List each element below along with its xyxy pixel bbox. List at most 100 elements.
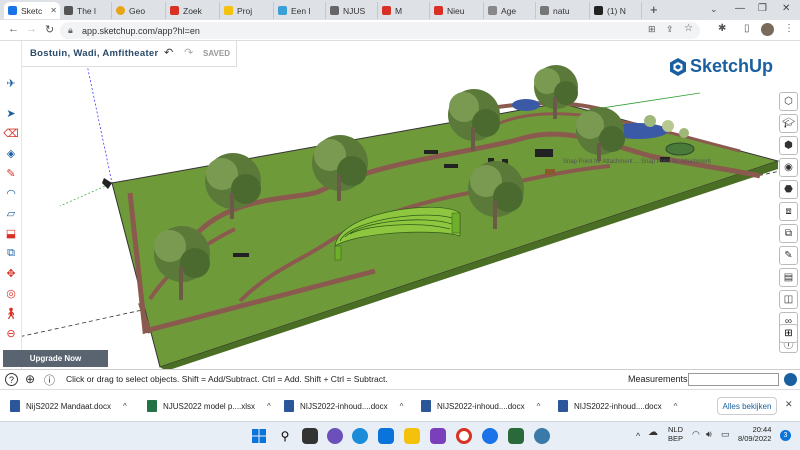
redo-icon[interactable]: ↷ [184, 46, 193, 59]
rectangle-tool-icon[interactable]: ▱ [3, 205, 19, 221]
close-icon[interactable]: ✕ [785, 399, 793, 410]
model-viewport[interactable]: Snap Point for Attachment ... Snap Point… [0, 41, 800, 369]
model-title[interactable]: Bostuin, Wadi, Amfitheater [30, 48, 159, 59]
walk-tool-icon[interactable]: 🚶︎ [3, 305, 19, 321]
tab-6[interactable]: Een l [274, 2, 326, 19]
download-item[interactable]: NIJS2022-inhoud....docx ^ [548, 390, 685, 422]
tab-10[interactable]: Age [484, 2, 536, 19]
tab-8[interactable]: M [378, 2, 430, 19]
install-app-icon[interactable]: ⊞ [648, 24, 656, 35]
push-pull-icon[interactable]: ⬓ [3, 225, 19, 241]
bookmark-star-icon[interactable]: ☆ [684, 23, 693, 34]
download-item[interactable]: NIJS2022-inhoud....docx ^ [411, 390, 548, 422]
paint-bucket-icon[interactable]: ◈ [3, 145, 19, 161]
select-tool-icon[interactable]: ➤ [3, 105, 19, 121]
circle-info-icon[interactable]: ⓘ [44, 372, 55, 388]
wifi-icon[interactable]: ◠ [692, 429, 700, 440]
tape-measure-icon[interactable]: ◎ [3, 285, 19, 301]
measurements-input[interactable] [688, 373, 779, 386]
globe-icon[interactable]: ⊕ [25, 372, 35, 386]
restore-icon[interactable]: ❐ [758, 3, 767, 14]
reload-icon[interactable]: ↻ [45, 23, 54, 36]
entity-info-icon[interactable]: ⬡ [779, 92, 798, 111]
notification-badge[interactable]: 3 [780, 430, 791, 441]
extensions-icon[interactable]: ✱ [718, 23, 726, 34]
download-item[interactable]: NijS2022 Mandaat.docx ^ [0, 390, 137, 422]
chevron-up-icon[interactable]: ^ [267, 402, 271, 411]
instructor-icon[interactable]: 🎓︎ [779, 114, 798, 133]
tab-9[interactable]: Nieu [430, 2, 484, 19]
tab-12[interactable]: (1) N [590, 2, 642, 19]
styles-icon[interactable]: ⬣ [779, 180, 798, 199]
close-icon[interactable]: ✕ [50, 6, 57, 15]
edge-icon[interactable] [352, 428, 368, 444]
display-icon[interactable]: ◫ [779, 290, 798, 309]
volume-icon[interactable]: 🔊︎ [706, 429, 712, 440]
clock[interactable]: 20:44 8/09/2022 [738, 425, 771, 443]
download-filename: NijS2022 Mandaat.docx [26, 401, 111, 411]
app-icon[interactable] [430, 428, 446, 444]
tab-sketchup[interactable]: Sketc ✕ [4, 2, 60, 19]
search-tool-icon[interactable]: ✈ [3, 75, 19, 91]
cloud-icon[interactable]: ☁ [648, 427, 658, 438]
tab-2[interactable]: The l [60, 2, 112, 19]
move-tool-icon[interactable]: ✥ [3, 265, 19, 281]
chevron-up-icon[interactable]: ^ [674, 402, 678, 411]
tab-3[interactable]: Geo [112, 2, 166, 19]
offset-tool-icon[interactable]: ⧉ [3, 245, 19, 261]
arc-tool-icon[interactable]: ◠ [3, 185, 19, 201]
minimize-icon[interactable]: — [735, 3, 745, 14]
chrome-icon[interactable] [456, 428, 472, 444]
url-field[interactable]: 🔒︎ app.sketchup.com/app?hl=en [60, 22, 700, 39]
forward-icon[interactable]: → [26, 23, 37, 35]
chevron-up-icon[interactable]: ^ [123, 402, 127, 411]
new-tab-button[interactable]: + [650, 2, 658, 17]
pencil-icon[interactable]: ✎ [3, 165, 19, 181]
tab-7[interactable]: NJUS [326, 2, 378, 19]
windows-start-icon[interactable] [251, 428, 267, 444]
extension-warehouse-icon[interactable]: ⊞ [779, 324, 798, 343]
teams-icon[interactable] [327, 428, 343, 444]
chevron-up-icon[interactable]: ^ [400, 402, 404, 411]
sketchup-status-icon[interactable] [784, 373, 797, 386]
store-icon[interactable] [378, 428, 394, 444]
window-close-icon[interactable]: ✕ [782, 3, 790, 14]
layers-icon[interactable]: ⧈ [779, 202, 798, 221]
search-icon[interactable]: ⚲ [277, 428, 293, 444]
gmail-favicon-icon [434, 6, 443, 15]
eraser-icon[interactable]: ⌫ [3, 125, 19, 141]
scenes-icon[interactable]: ▤ [779, 268, 798, 287]
chevron-up-icon[interactable]: ^ [537, 402, 541, 411]
materials-icon[interactable]: ◉ [779, 158, 798, 177]
section-plane-icon[interactable]: ⊖ [3, 325, 19, 341]
download-item[interactable]: NIJS2022-inhoud....docx ^ [274, 390, 411, 422]
more-menu-icon[interactable]: ⋮ [784, 23, 794, 34]
tab-5[interactable]: Proj [220, 2, 274, 19]
share-icon[interactable]: ⇪ [666, 24, 674, 35]
tab-11[interactable]: natu [536, 2, 590, 19]
task-view-icon[interactable] [302, 428, 318, 444]
help-icon[interactable]: ? [5, 373, 18, 386]
upgrade-now-button[interactable]: Upgrade Now [3, 350, 108, 367]
download-filename: NIJS2022-inhoud....docx [574, 401, 662, 411]
skype-icon[interactable] [482, 428, 498, 444]
show-all-downloads-button[interactable]: Alles bekijken [717, 397, 777, 415]
side-panel-icon[interactable]: ▯ [744, 23, 750, 34]
profile-avatar[interactable] [761, 23, 774, 36]
tab-search-chevron-icon[interactable]: ⌄ [710, 4, 718, 15]
outliner-icon[interactable]: ⧉ [779, 224, 798, 243]
undo-icon[interactable]: ↶ [164, 46, 173, 59]
pencil-tag-icon[interactable]: ✎ [779, 246, 798, 265]
tray-chevron-icon[interactable]: ^ [636, 431, 640, 441]
app-icon[interactable] [508, 428, 524, 444]
file-explorer-icon[interactable] [404, 428, 420, 444]
language-indicator[interactable]: NLD BEP [668, 425, 683, 443]
battery-icon[interactable]: ▭ [721, 429, 730, 440]
components-icon[interactable]: ⬢ [779, 136, 798, 155]
tab-label: Sketc [21, 5, 43, 16]
back-icon[interactable]: ← [8, 23, 19, 35]
download-item[interactable]: NJUS2022 model p....xlsx ^ [137, 390, 274, 422]
app-icon[interactable] [534, 428, 550, 444]
tab-label: Geo [129, 5, 146, 16]
tab-4[interactable]: Zoek [166, 2, 220, 19]
